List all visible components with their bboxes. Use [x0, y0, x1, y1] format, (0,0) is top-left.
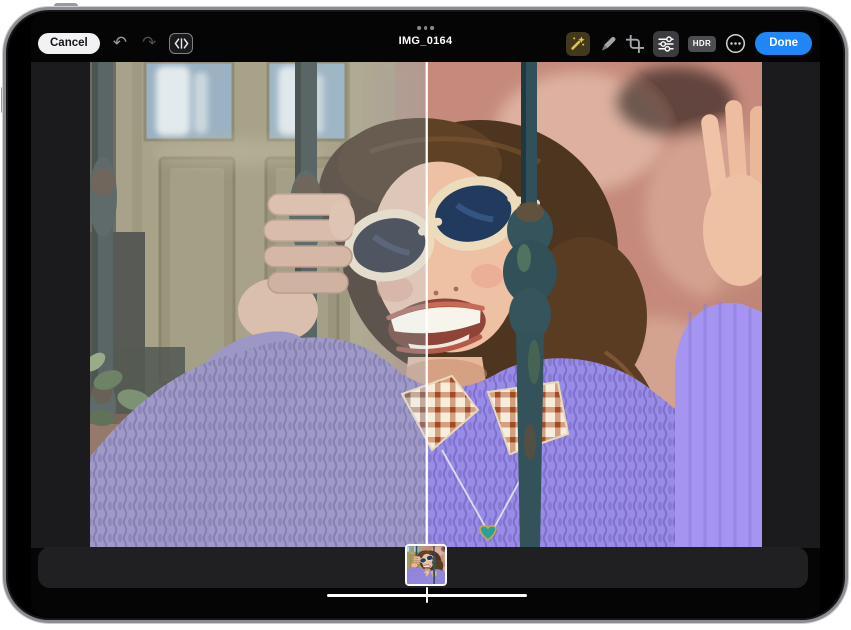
markup-pen-icon[interactable]: [599, 35, 617, 53]
edit-toolbar: Cancel ↶ ↷ IMG_0164: [31, 13, 820, 62]
photo-title: IMG_0164: [399, 35, 453, 47]
adjust-sliders-icon[interactable]: [653, 31, 679, 57]
photo-thumbnail[interactable]: [405, 544, 447, 586]
toolbar-center-group: IMG_0164: [399, 13, 453, 47]
hdr-badge[interactable]: HDR: [688, 36, 717, 52]
screenshot-stage: Cancel ↶ ↷ IMG_0164: [0, 0, 851, 630]
cancel-button[interactable]: Cancel: [38, 33, 100, 55]
compare-split-icon[interactable]: [169, 33, 193, 54]
toolbar-left-group: Cancel ↶ ↷: [38, 33, 193, 55]
crop-icon[interactable]: [626, 35, 644, 53]
redo-icon[interactable]: ↷: [140, 35, 158, 52]
more-ellipsis-icon[interactable]: [725, 33, 746, 54]
toolbar-right-group: HDR Done: [566, 31, 812, 57]
comparison-divider-handle[interactable]: [425, 62, 433, 548]
ipad-screen: Cancel ↶ ↷ IMG_0164: [31, 13, 820, 617]
done-button[interactable]: Done: [755, 32, 812, 56]
auto-enhance-wand-icon[interactable]: [566, 32, 590, 56]
comparison-scrubber-tick[interactable]: [426, 587, 429, 603]
multitasking-indicator-icon[interactable]: [417, 26, 434, 30]
undo-icon[interactable]: ↶: [111, 35, 129, 52]
